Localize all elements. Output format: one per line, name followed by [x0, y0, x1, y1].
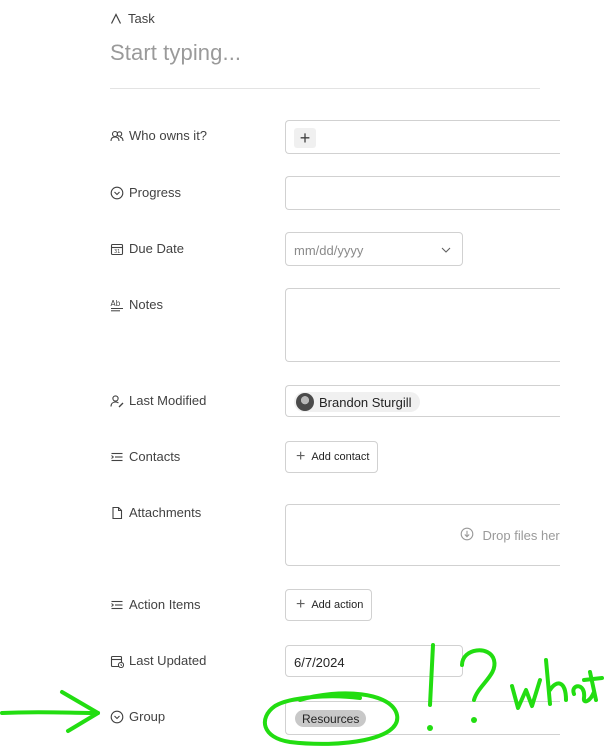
- group-tag[interactable]: Resources: [295, 710, 367, 727]
- header-divider: [110, 88, 540, 89]
- arrow-down-circle-icon: [460, 527, 474, 544]
- item-type-label: Task: [110, 11, 155, 26]
- due-date-label: Due Date: [129, 241, 184, 256]
- item-type-text: Task: [128, 11, 155, 26]
- plus-icon: +: [299, 128, 311, 148]
- field-label-due-date: 31 Due Date: [110, 241, 184, 256]
- last-modified-label: Last Modified: [129, 393, 207, 408]
- task-form-page: Task Start typing... Who owns it? + Prog…: [0, 0, 604, 751]
- list-icon: [110, 450, 124, 464]
- circle-chevron-icon: [110, 710, 124, 724]
- text-abc-icon: Ab: [110, 298, 124, 312]
- add-action-button[interactable]: + Add action: [285, 589, 373, 621]
- add-owner-button[interactable]: +: [294, 128, 316, 148]
- add-action-label: Add action: [311, 599, 364, 611]
- chevron-down-icon[interactable]: [440, 243, 452, 261]
- attachments-label: Attachments: [129, 505, 202, 520]
- owner-label: Who owns it?: [129, 128, 208, 143]
- last-updated-label: Last Updated: [129, 653, 207, 668]
- drop-zone-hint: Drop files here: [460, 527, 560, 544]
- person-name: Brandon Sturgill: [319, 394, 412, 410]
- circle-chevron-icon: [110, 186, 124, 200]
- calendar-icon: 31: [110, 242, 124, 256]
- svg-text:31: 31: [114, 249, 120, 255]
- group-label: Group: [129, 709, 166, 724]
- group-tag-text: Resources: [302, 711, 360, 726]
- field-label-action-items: Action Items: [110, 597, 201, 612]
- last-updated-value: 6/7/2024: [294, 655, 345, 670]
- drop-files-text: Drop files here: [482, 528, 560, 543]
- avatar: [296, 393, 314, 411]
- last-updated-field: 6/7/2024: [285, 645, 463, 677]
- group-field[interactable]: Resources: [285, 701, 560, 735]
- svg-text:Ab: Ab: [111, 299, 121, 308]
- document-icon: [110, 506, 124, 520]
- progress-label: Progress: [129, 185, 182, 200]
- person-edit-icon: [110, 394, 124, 408]
- people-icon: [110, 129, 124, 143]
- field-label-group: Group: [110, 709, 165, 724]
- plus-icon: +: [296, 448, 306, 465]
- person-chip[interactable]: Brandon Sturgill: [294, 392, 420, 412]
- title-input[interactable]: Start typing...: [110, 40, 241, 66]
- field-label-contacts: Contacts: [110, 449, 180, 464]
- action-items-label: Action Items: [129, 597, 201, 612]
- task-icon: [110, 12, 122, 25]
- due-date-input[interactable]: mm/dd/yyyy: [285, 232, 463, 266]
- attachments-dropzone[interactable]: Drop files here: [285, 504, 560, 566]
- handwritten-annotation: [0, 643, 604, 746]
- field-label-notes: Ab Notes: [110, 297, 163, 312]
- calendar-clock-icon: [110, 654, 124, 668]
- plus-icon: +: [296, 596, 306, 613]
- last-modified-field: Brandon Sturgill: [285, 385, 560, 417]
- list-icon: [110, 598, 124, 612]
- field-label-last-updated: Last Updated: [110, 653, 206, 668]
- add-contact-label: Add contact: [311, 451, 370, 463]
- due-date-placeholder: mm/dd/yyyy: [294, 243, 364, 258]
- notes-label: Notes: [129, 297, 163, 312]
- field-label-owner: Who owns it?: [110, 128, 207, 143]
- field-label-attachments: Attachments: [110, 505, 201, 520]
- contacts-label: Contacts: [129, 449, 181, 464]
- add-contact-button[interactable]: + Add contact: [285, 441, 379, 473]
- field-label-last-modified: Last Modified: [110, 393, 206, 408]
- owner-field[interactable]: +: [285, 120, 560, 154]
- notes-textarea[interactable]: [285, 288, 560, 362]
- field-label-progress: Progress: [110, 185, 181, 200]
- progress-field[interactable]: [285, 176, 560, 210]
